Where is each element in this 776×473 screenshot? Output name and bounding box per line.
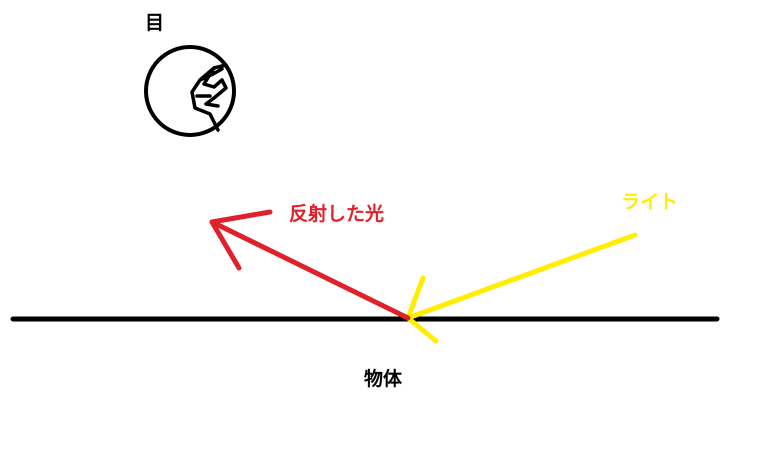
reflected-ray-arrowhead-upper bbox=[209, 209, 273, 225]
reflected-ray bbox=[209, 209, 411, 321]
light-ray-shaft bbox=[405, 232, 638, 321]
reflected-light-label: 反射した光 bbox=[289, 203, 385, 225]
eye-icon bbox=[144, 45, 236, 137]
eye-label: 目 bbox=[145, 12, 165, 34]
reflected-ray-shaft bbox=[209, 219, 411, 321]
object-label: 物体 bbox=[364, 368, 403, 390]
light-ray bbox=[405, 232, 638, 344]
diagram-canvas bbox=[10, 45, 720, 344]
light-label: ライト bbox=[621, 191, 679, 213]
